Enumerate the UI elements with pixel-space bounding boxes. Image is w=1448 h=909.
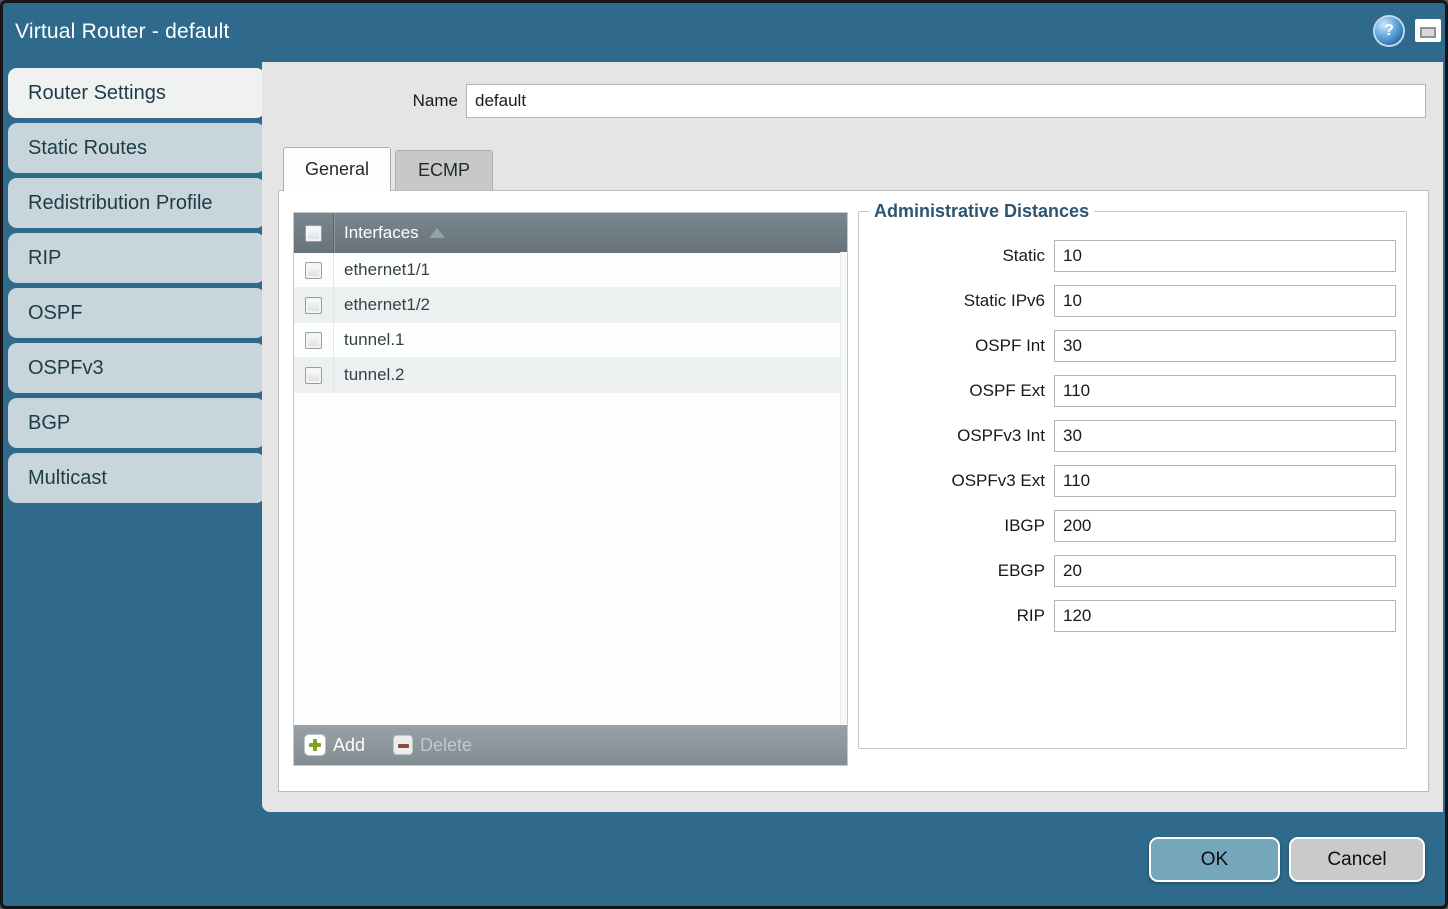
- static-ipv6-label: Static IPv6: [869, 291, 1054, 311]
- interfaces-table-header[interactable]: Interfaces: [294, 213, 847, 253]
- general-tab-panel: Interfaces ethernet1/1 ethernet1/2: [278, 190, 1429, 792]
- field-row-ibgp: IBGP: [869, 510, 1396, 542]
- sidebar: Router Settings Static Routes Redistribu…: [8, 68, 265, 508]
- sidebar-item-router-settings[interactable]: Router Settings: [8, 68, 265, 118]
- name-input[interactable]: [466, 84, 1426, 118]
- table-row-tunnel-1[interactable]: tunnel.1: [294, 323, 847, 358]
- row-checkbox[interactable]: [305, 332, 322, 349]
- table-footer-toolbar: Add Delete: [294, 725, 847, 765]
- sidebar-item-rip[interactable]: RIP: [8, 233, 265, 283]
- window-restore-icon[interactable]: [1415, 19, 1441, 42]
- tab-ecmp[interactable]: ECMP: [395, 150, 493, 190]
- ospf-int-label: OSPF Int: [869, 336, 1054, 356]
- add-plus-icon: [304, 734, 326, 756]
- interface-name: tunnel.1: [334, 330, 405, 350]
- delete-button[interactable]: Delete: [393, 735, 472, 756]
- table-row-ethernet1-2[interactable]: ethernet1/2: [294, 288, 847, 323]
- sidebar-item-redistribution-profile[interactable]: Redistribution Profile: [8, 178, 265, 228]
- interfaces-table: Interfaces ethernet1/1 ethernet1/2: [293, 212, 848, 766]
- static-label: Static: [869, 246, 1054, 266]
- add-button-label: Add: [333, 735, 365, 756]
- ebgp-input[interactable]: [1054, 555, 1396, 587]
- ospf-int-input[interactable]: [1054, 330, 1396, 362]
- interface-name: ethernet1/1: [334, 260, 430, 280]
- administrative-distances-group: Administrative Distances Static Static I…: [858, 201, 1407, 749]
- interface-name: ethernet1/2: [334, 295, 430, 315]
- tab-general[interactable]: General: [283, 147, 391, 191]
- table-scrollbar-track[interactable]: [840, 252, 847, 725]
- row-checkbox-cell: [294, 358, 334, 392]
- ok-button[interactable]: OK: [1149, 837, 1280, 882]
- field-row-ebgp: EBGP: [869, 555, 1396, 587]
- rip-input[interactable]: [1054, 600, 1396, 632]
- dialog-title: Virtual Router - default: [15, 20, 230, 44]
- field-row-ospf-ext: OSPF Ext: [869, 375, 1396, 407]
- ospf-ext-input[interactable]: [1054, 375, 1396, 407]
- ospf-ext-label: OSPF Ext: [869, 381, 1054, 401]
- ibgp-input[interactable]: [1054, 510, 1396, 542]
- ospfv3-ext-input[interactable]: [1054, 465, 1396, 497]
- rip-label: RIP: [869, 606, 1054, 626]
- field-row-static-ipv6: Static IPv6: [869, 285, 1396, 317]
- delete-minus-icon: [393, 735, 413, 755]
- interface-name: tunnel.2: [334, 365, 405, 385]
- table-row-ethernet1-1[interactable]: ethernet1/1: [294, 253, 847, 288]
- delete-button-label: Delete: [420, 735, 472, 756]
- ibgp-label: IBGP: [869, 516, 1054, 536]
- static-ipv6-input[interactable]: [1054, 285, 1396, 317]
- field-row-ospfv3-int: OSPFv3 Int: [869, 420, 1396, 452]
- sidebar-item-multicast[interactable]: Multicast: [8, 453, 265, 503]
- sidebar-item-static-routes[interactable]: Static Routes: [8, 123, 265, 173]
- field-row-ospfv3-ext: OSPFv3 Ext: [869, 465, 1396, 497]
- ospfv3-ext-label: OSPFv3 Ext: [869, 471, 1054, 491]
- field-row-static: Static: [869, 240, 1396, 272]
- select-all-checkbox[interactable]: [305, 225, 322, 242]
- interfaces-column-header[interactable]: Interfaces: [334, 223, 419, 243]
- ospfv3-int-input[interactable]: [1054, 420, 1396, 452]
- select-all-cell: [294, 213, 334, 253]
- sidebar-item-ospfv3[interactable]: OSPFv3: [8, 343, 265, 393]
- sidebar-item-ospf[interactable]: OSPF: [8, 288, 265, 338]
- table-row-tunnel-2[interactable]: tunnel.2: [294, 358, 847, 393]
- ebgp-label: EBGP: [869, 561, 1054, 581]
- static-input[interactable]: [1054, 240, 1396, 272]
- administrative-distances-legend: Administrative Distances: [869, 201, 1094, 222]
- row-checkbox[interactable]: [305, 297, 322, 314]
- table-empty-area: [294, 393, 847, 725]
- cancel-button[interactable]: Cancel: [1289, 837, 1425, 882]
- content-area: Name General ECMP Interfaces etherne: [262, 62, 1443, 812]
- row-checkbox[interactable]: [305, 367, 322, 384]
- sort-ascending-icon: [429, 228, 445, 238]
- help-icon[interactable]: ?: [1375, 17, 1403, 45]
- sidebar-item-bgp[interactable]: BGP: [8, 398, 265, 448]
- row-checkbox-cell: [294, 323, 334, 357]
- virtual-router-dialog: Virtual Router - default ? Router Settin…: [0, 0, 1448, 909]
- row-checkbox-cell: [294, 253, 334, 287]
- window-restore-icon-glyph: [1420, 27, 1436, 38]
- name-field-label: Name: [392, 91, 458, 111]
- row-checkbox[interactable]: [305, 262, 322, 279]
- field-row-rip: RIP: [869, 600, 1396, 632]
- ospfv3-int-label: OSPFv3 Int: [869, 426, 1054, 446]
- add-button[interactable]: Add: [304, 734, 365, 756]
- row-checkbox-cell: [294, 288, 334, 322]
- field-row-ospf-int: OSPF Int: [869, 330, 1396, 362]
